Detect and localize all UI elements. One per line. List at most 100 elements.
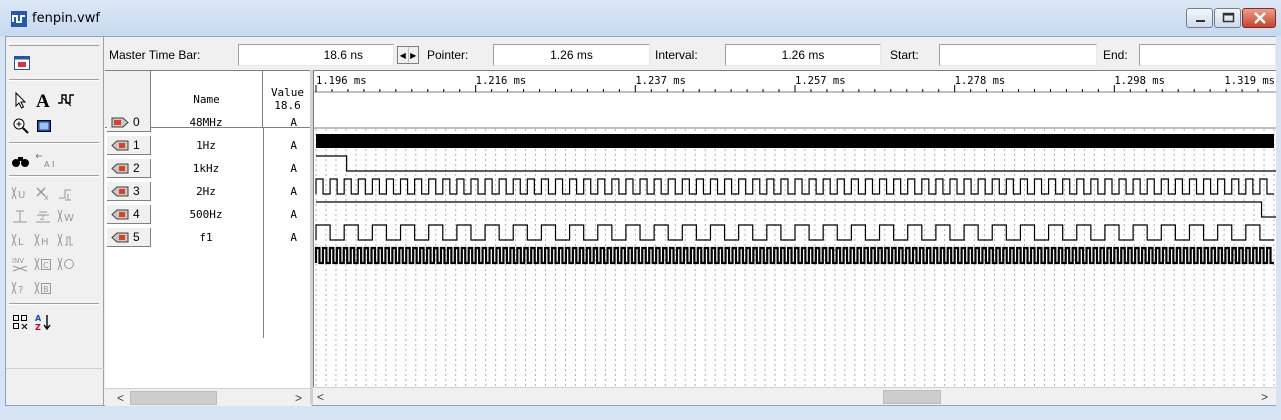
replace-icon[interactable]: A B [33, 150, 55, 172]
time-tick-label: 1.237 ms [635, 75, 686, 87]
output-pin-icon[interactable]: 1 [107, 136, 151, 155]
waveform-editing-tool-icon[interactable] [56, 89, 78, 111]
svg-text:H: H [41, 237, 49, 248]
signal-name: 1kHz [192, 162, 220, 175]
waveform-display[interactable]: 1.196 ms 1.216 ms 1.237 ms 1.257 ms 1.278 ms… [314, 71, 1276, 387]
input-pin-icon[interactable]: 0 [107, 113, 151, 132]
group-icon[interactable] [10, 311, 32, 333]
signal-index: 5 [133, 230, 140, 244]
signal-row[interactable]: 4 500Hz A [105, 203, 312, 226]
signal-row[interactable]: 2 1kHz A [105, 157, 312, 180]
next-transition-icon[interactable]: ▶ [409, 47, 419, 63]
waveform-panel[interactable]: 1.196 ms 1.216 ms 1.237 ms 1.257 ms 1.278 ms… [313, 70, 1276, 387]
toolbar-grip[interactable] [9, 43, 99, 46]
svg-text:A: A [35, 314, 42, 323]
random-values-icon[interactable]: ? [10, 277, 32, 299]
signal-row[interactable]: 5 f1 A [105, 226, 312, 249]
waveform-f1 [314, 246, 1274, 265]
count-high-icon[interactable]: H [33, 229, 55, 251]
minimize-button[interactable] [1186, 8, 1213, 28]
wave-scroll-right-icon[interactable]: > [1261, 390, 1268, 404]
text-tool-icon[interactable]: A [33, 89, 55, 111]
uninitialized-icon[interactable]: U [10, 182, 32, 204]
signal-value: A [290, 185, 297, 198]
waveform-1khz [315, 178, 1274, 195]
binary-value-icon[interactable]: B [33, 277, 55, 299]
output-pin-icon[interactable]: 2 [107, 159, 151, 178]
svg-text:?: ? [18, 285, 23, 296]
signal-name-panel: Name Value 18.6 0 48MHz A 1 1Hz A 2 1kHz A 3 2Hz A 4… [105, 70, 312, 406]
editor-client-area: A A B U x [5, 36, 1276, 406]
time-tick-label: 1.319 ms [1224, 75, 1275, 87]
master-time-bar-field[interactable]: 18.6 ns [238, 44, 394, 66]
count-value-icon[interactable]: C [33, 253, 55, 275]
signal-index: 3 [133, 184, 140, 198]
svg-text:Z: Z [40, 214, 45, 222]
waveform-scrollbar[interactable]: < > [313, 387, 1276, 405]
clock-icon[interactable] [56, 229, 78, 251]
weak-low-icon[interactable]: Z [33, 205, 55, 227]
full-screen-icon[interactable] [33, 115, 55, 137]
app-icon [11, 11, 27, 27]
previous-transition-icon[interactable]: ◀ [398, 47, 409, 63]
selection-tool-icon[interactable] [10, 89, 32, 111]
output-pin-icon[interactable]: 5 [107, 228, 151, 247]
waveform-scroll-thumb[interactable] [883, 390, 941, 404]
signal-name: f1 [199, 231, 213, 244]
signal-row[interactable]: 0 48MHz A [105, 111, 312, 134]
wave-scroll-left-icon[interactable]: < [317, 390, 324, 404]
close-button[interactable] [1242, 8, 1276, 28]
scroll-left-icon[interactable]: < [117, 391, 124, 405]
waveform-1hz [316, 155, 1276, 172]
signal-value: A [290, 116, 297, 129]
title-bar[interactable]: fenpin.vwf [0, 0, 1281, 36]
count-low-icon[interactable]: L [10, 229, 32, 251]
zoom-tool-icon[interactable] [10, 115, 32, 137]
pointer-label: Pointer: [427, 48, 469, 62]
find-icon[interactable] [10, 150, 32, 172]
window-bottom-border [0, 406, 1281, 420]
time-tick-label: 1.216 ms [476, 75, 527, 87]
svg-text:C: C [43, 261, 49, 270]
name-panel-scroll-thumb[interactable] [130, 391, 217, 405]
maximize-button[interactable] [1214, 8, 1241, 28]
signal-name: 2Hz [196, 185, 216, 198]
sort-icon[interactable]: AZ [33, 311, 55, 333]
svg-text:B: B [43, 285, 49, 294]
output-pin-icon[interactable]: 3 [107, 182, 151, 201]
master-time-bar-label: Master Time Bar: [109, 48, 201, 62]
output-pin-icon[interactable]: 4 [107, 205, 151, 224]
pointer-field: 1.26 ms [493, 44, 650, 66]
signal-row[interactable]: 1 1Hz A [105, 134, 312, 157]
signal-value: A [290, 162, 297, 175]
time-bar: Master Time Bar: 18.6 ns ◀ ▶ Pointer: 1.… [105, 37, 1276, 70]
svg-text:A B: A B [44, 160, 54, 169]
invert-icon[interactable]: INV [10, 253, 32, 275]
arbitrary-value-icon[interactable] [56, 253, 78, 275]
pointer-value: 1.26 ms [550, 48, 593, 62]
value-column-label: Value [270, 86, 305, 99]
dont-care-icon[interactable]: x [33, 182, 55, 204]
waveform-48mhz [316, 134, 1274, 148]
start-label: Start: [890, 48, 919, 62]
signal-row[interactable]: 3 2Hz A [105, 180, 312, 203]
time-tick-label: 1.257 ms [795, 75, 846, 87]
interval-label: Interval: [655, 48, 698, 62]
end-label: End: [1103, 48, 1128, 62]
tools-toolbar: A A B U x [6, 37, 104, 405]
full-screen-icon[interactable] [11, 52, 33, 74]
time-tick-label: 1.278 ms [955, 75, 1006, 87]
signal-index: 2 [133, 161, 140, 175]
scroll-right-icon[interactable]: > [295, 391, 302, 405]
signal-name: 48MHz [189, 116, 223, 129]
name-panel-scrollbar[interactable]: < > [105, 388, 312, 406]
force-low-icon[interactable] [56, 182, 78, 204]
weak-high-icon[interactable]: W [56, 205, 78, 227]
minimize-icon [1196, 20, 1205, 22]
signal-value: A [290, 139, 297, 152]
maximize-icon [1222, 12, 1235, 23]
force-high-icon[interactable] [10, 205, 32, 227]
master-time-bar-spinner[interactable]: ◀ ▶ [397, 46, 419, 64]
start-field [939, 44, 1097, 66]
svg-text:Z: Z [35, 323, 41, 331]
